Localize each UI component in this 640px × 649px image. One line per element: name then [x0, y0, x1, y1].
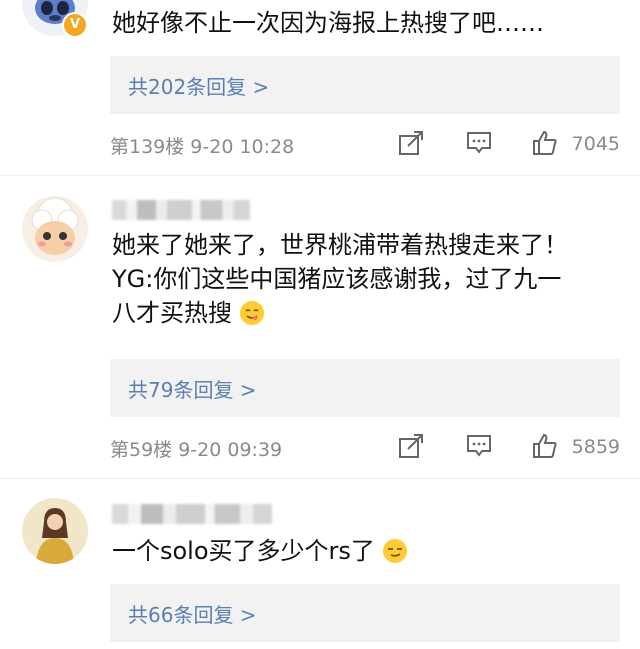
- comment-text: 她来了她来了，世界桃浦带着热搜走来了！ YG:你们这些中国猪应该感谢我，过了九一…: [112, 228, 632, 330]
- sheep-avatar-image: [22, 196, 88, 262]
- yummy-emoji-icon: [239, 301, 264, 325]
- floor-and-time: 第139楼 9-20 10:28: [110, 136, 295, 158]
- replies-label: 共202条回复 >: [128, 75, 270, 99]
- like-icon[interactable]: [532, 130, 558, 156]
- divider: [0, 175, 640, 176]
- comment-meta: 第59楼 9-20 09:39 5859: [110, 433, 630, 463]
- comment-text: 她好像不止一次因为海报上热搜了吧……: [112, 9, 544, 37]
- comment-meta: 第139楼 9-20 10:28 7045: [110, 130, 630, 160]
- floor-and-time: 第59楼 9-20 09:39: [110, 439, 283, 461]
- divider: [0, 478, 640, 479]
- avatar-sheep[interactable]: [22, 196, 88, 262]
- share-icon[interactable]: [398, 433, 424, 459]
- verified-badge-icon: V: [62, 12, 88, 38]
- like-count: 7045: [571, 133, 620, 155]
- comment-text: 一个solo买了多少个rs了: [112, 534, 632, 568]
- view-replies-button[interactable]: 共202条回复 >: [110, 56, 620, 114]
- avatar-user[interactable]: [22, 498, 88, 564]
- comment-icon[interactable]: [466, 433, 492, 459]
- like-count: 5859: [571, 436, 620, 458]
- comment-line-3-text: 八才买热搜: [112, 299, 232, 327]
- comment-text-body: 一个solo买了多少个rs了: [112, 537, 375, 565]
- blurred-username[interactable]: [112, 504, 272, 524]
- view-replies-button[interactable]: 共79条回复 >: [110, 359, 620, 417]
- replies-label: 共79条回复 >: [128, 378, 257, 402]
- replies-label: 共66条回复 >: [128, 603, 257, 627]
- comment-line-2: YG:你们这些中国猪应该感谢我，过了九一: [112, 265, 562, 293]
- smirk-emoji-icon: [382, 539, 407, 563]
- comment-line-3: 八才买热搜: [112, 296, 632, 330]
- comment-line-1: 她来了她来了，世界桃浦带着热搜走来了！: [112, 231, 568, 259]
- blurred-username[interactable]: [112, 200, 250, 220]
- view-replies-button[interactable]: 共66条回复 >: [110, 584, 620, 642]
- share-icon[interactable]: [398, 130, 424, 156]
- user-avatar-image: [22, 498, 88, 564]
- comment-icon[interactable]: [466, 130, 492, 156]
- like-icon[interactable]: [532, 433, 558, 459]
